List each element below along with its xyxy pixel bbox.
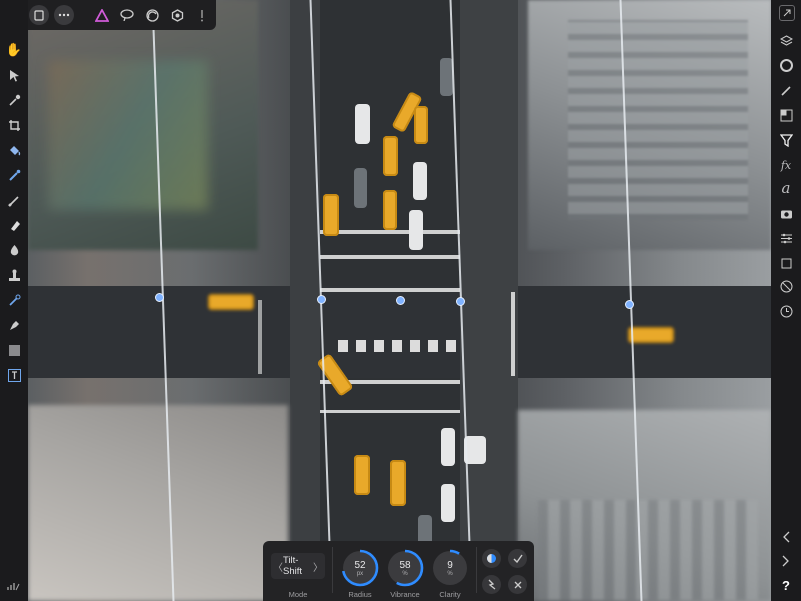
clarity-dial[interactable]: 9 % [431,549,469,587]
flood-fill-icon[interactable] [4,140,24,160]
vibrance-dial[interactable]: 58 % [386,549,424,587]
mode-selector[interactable]: 〈 Tilt-Shift 〉 [271,553,325,579]
reset-icon[interactable] [482,575,501,594]
crosswalk-line [320,230,460,234]
clock-icon[interactable] [776,301,796,321]
radius-caption: Radius [348,590,372,599]
bike-lane-markings [338,340,458,352]
layers-icon[interactable] [776,30,796,50]
navigator-icon[interactable] [779,5,795,21]
divider [476,547,477,593]
cancel-close-icon[interactable] [508,575,527,594]
transform-icon[interactable] [776,253,796,273]
taxi [383,136,398,176]
taxi [414,106,428,144]
clarity-caption: Clarity [439,590,461,599]
pen-tool-icon[interactable] [4,315,24,335]
document-icon[interactable] [29,5,49,25]
chevron-right-icon[interactable]: 〉 [313,559,323,574]
building-bottom-left [28,405,288,601]
radius-unit: px [356,571,364,577]
effects-fx-icon[interactable]: fx [776,155,796,175]
car [355,104,370,144]
liquify-persona-icon[interactable] [117,5,137,25]
crosswalk-line [320,288,460,292]
adjustments-icon[interactable] [776,105,796,125]
export-persona-icon[interactable] [192,5,212,25]
mode-value: Tilt-Shift [283,555,303,577]
truck [464,436,486,464]
mode-caption: Mode [288,590,308,599]
vibrance-caption: Vibrance [390,590,420,599]
car [441,484,455,522]
sidewalk-left [290,0,320,601]
eraser-icon[interactable] [4,215,24,235]
chevron-right-icon[interactable] [776,551,796,571]
taxi [323,194,339,236]
split-compare-icon[interactable] [482,549,501,568]
clarity-unit: % [447,571,453,577]
develop-persona-icon[interactable] [142,5,162,25]
tilt-shift-filter-panel: 〈 Tilt-Shift 〉 Mode 52 px Radius 58 % Vi… [263,541,534,601]
chevron-left-icon[interactable] [776,527,796,547]
sliders-icon[interactable] [776,228,796,248]
apply-check-icon[interactable] [508,549,527,568]
vibrance-value: 58 [399,560,411,571]
history-icon[interactable] [776,276,796,296]
rectangle-tool-icon[interactable] [4,340,24,360]
rooftop-garden [48,60,208,210]
taxi [208,294,254,310]
building-windows [568,20,748,220]
center-handle[interactable] [396,296,405,305]
clone-stamp-icon[interactable] [4,265,24,285]
color-icon[interactable] [776,55,796,75]
studio-panel: fx a ? [771,0,801,601]
radius-dial[interactable]: 52 px [341,549,379,587]
dodge-burn-icon[interactable] [4,240,24,260]
crop-tool-icon[interactable] [4,115,24,135]
crosswalk-line [320,410,460,413]
color-picker-icon[interactable] [4,90,24,110]
taxi [383,190,397,230]
car [354,168,367,208]
crosswalk-line [320,255,460,259]
inner-right-handle[interactable] [456,297,465,306]
inner-left-handle[interactable] [317,295,326,304]
vibrance-unit: % [402,571,408,577]
chevron-left-icon[interactable]: 〈 [273,559,283,574]
camera-icon[interactable] [776,203,796,223]
top-toolbar [0,0,216,30]
brushes-icon[interactable] [776,80,796,100]
filters-funnel-icon[interactable] [776,130,796,150]
outer-right-handle[interactable] [625,300,634,309]
car [409,210,423,250]
more-ellipsis-icon[interactable] [54,5,74,25]
car [413,162,427,200]
tone-mapping-persona-icon[interactable] [167,5,187,25]
text-styles-icon[interactable]: a [776,178,796,198]
outer-left-handle[interactable] [155,293,164,302]
car [441,428,455,466]
taxi [390,460,406,506]
building-windows-bottom [538,500,758,600]
radius-value: 52 [354,560,366,571]
help-button[interactable]: ? [776,575,796,595]
text-tool-icon[interactable] [4,365,24,385]
photo-persona-icon[interactable] [92,5,112,25]
clarity-value: 9 [447,560,453,571]
taxi [628,327,674,343]
move-tool-icon[interactable] [4,65,24,85]
hand-tool-icon[interactable]: ✋ [4,40,24,60]
taxi [354,455,370,495]
photo-canvas[interactable] [28,0,771,601]
crosswalk-line [258,300,262,374]
divider [332,547,333,593]
hardware-acceleration-icon[interactable] [4,576,24,596]
selection-brush-icon[interactable] [4,165,24,185]
healing-brush-icon[interactable] [4,290,24,310]
crosswalk-line [511,292,515,376]
tools-panel: ✋ [0,0,28,601]
paint-brush-icon[interactable] [4,190,24,210]
